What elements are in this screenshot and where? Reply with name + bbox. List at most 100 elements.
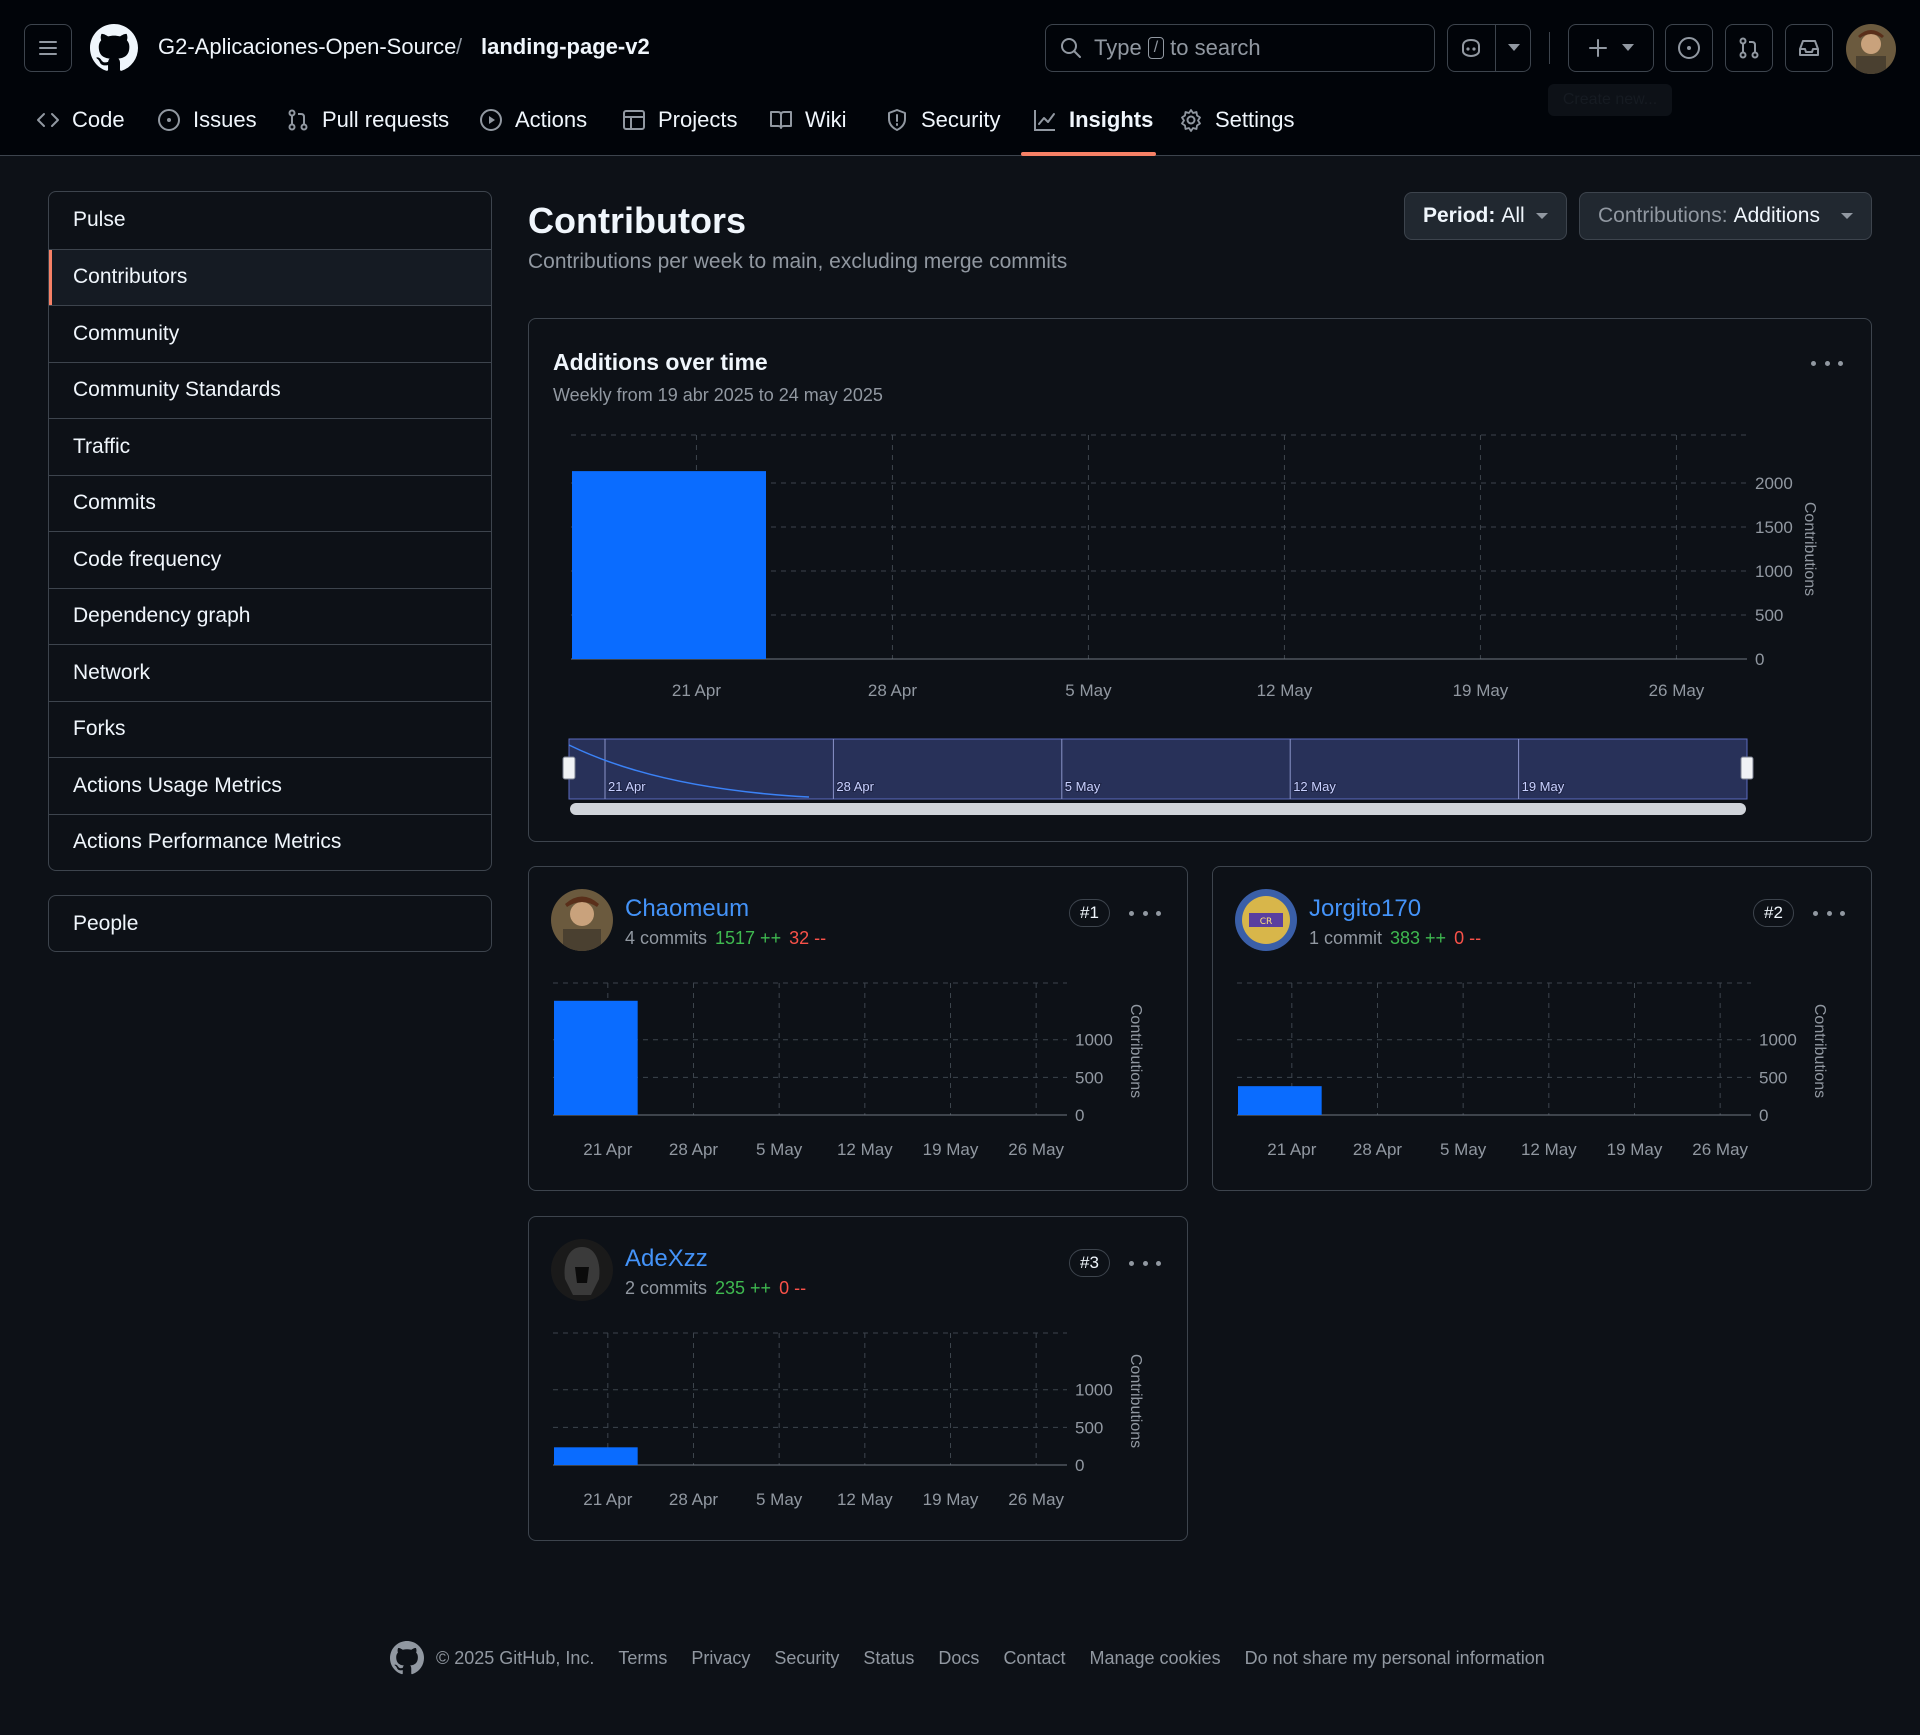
navigator-label: 12 May xyxy=(1293,779,1336,794)
github-logo-icon[interactable] xyxy=(390,1641,424,1675)
inbox-button[interactable] xyxy=(1785,24,1833,72)
footer-link-docs[interactable]: Docs xyxy=(938,1648,979,1669)
x-tick-label: 28 Apr xyxy=(1353,1140,1402,1159)
x-tick-label: 28 Apr xyxy=(669,1490,718,1509)
data-bar xyxy=(554,1447,638,1465)
footer-link-security[interactable]: Security xyxy=(774,1648,839,1669)
x-tick-label: 5 May xyxy=(756,1490,803,1509)
sidebar-item-community[interactable]: Community xyxy=(49,305,491,362)
breadcrumb-org[interactable]: G2-Aplicaciones-Open-Source xyxy=(158,34,456,60)
tab-actions[interactable]: Actions xyxy=(479,102,587,138)
x-tick-label: 19 May xyxy=(923,1490,979,1509)
pull-requests-button[interactable] xyxy=(1725,24,1773,72)
sidebar-item-actions-performance-metrics[interactable]: Actions Performance Metrics xyxy=(49,813,491,871)
sidebar-item-network[interactable]: Network xyxy=(49,644,491,701)
contributions-label: Contributions: xyxy=(1598,204,1728,227)
tab-label: Actions xyxy=(515,107,588,132)
sidebar-item-contributors[interactable]: Contributors xyxy=(49,248,491,305)
y-tick-label: 500 xyxy=(1075,1068,1103,1087)
github-logo-icon[interactable] xyxy=(90,24,138,72)
y-tick-label: 1500 xyxy=(1755,518,1793,537)
tab-label: Pull requests xyxy=(322,107,450,132)
copilot-button[interactable] xyxy=(1447,24,1531,72)
period-dropdown[interactable]: Period: All xyxy=(1404,192,1567,240)
sidebar-item-commits[interactable]: Commits xyxy=(49,474,491,532)
y-tick-label: 2000 xyxy=(1755,474,1793,493)
footer-link-contact[interactable]: Contact xyxy=(1003,1648,1065,1669)
x-tick-label: 19 May xyxy=(1607,1140,1663,1159)
header-divider xyxy=(1549,32,1550,64)
y-tick-label: 1000 xyxy=(1755,562,1793,581)
tab-wiki[interactable]: Wiki xyxy=(769,102,847,138)
inbox-icon xyxy=(1799,40,1819,56)
tab-label: Code xyxy=(72,107,125,132)
tab-issues[interactable]: Issues xyxy=(157,102,257,138)
y-tick-label: 0 xyxy=(1759,1106,1768,1125)
pull-request-icon xyxy=(1739,37,1759,59)
sidebar-item-people[interactable]: People xyxy=(48,895,492,952)
x-tick-label: 21 Apr xyxy=(583,1140,632,1159)
search-input[interactable]: Type / to search xyxy=(1045,24,1435,72)
tab-settings[interactable]: Settings xyxy=(1179,102,1295,138)
footer-link-privacy[interactable]: Privacy xyxy=(691,1648,750,1669)
x-tick-label: 28 Apr xyxy=(868,681,917,700)
contributions-dropdown[interactable]: Contributions: Additions xyxy=(1579,192,1872,240)
sidebar-item-dependency-graph[interactable]: Dependency graph xyxy=(49,587,491,645)
period-label: Period: xyxy=(1423,204,1496,227)
y-tick-label: 1000 xyxy=(1075,1381,1113,1400)
issues-button[interactable] xyxy=(1665,24,1713,72)
hamburger-icon xyxy=(39,41,57,55)
x-tick-label: 5 May xyxy=(1440,1140,1487,1159)
x-tick-label: 21 Apr xyxy=(672,681,721,700)
navigator-range xyxy=(568,738,1748,800)
page-footer: © 2025 GitHub, Inc. Terms Privacy Securi… xyxy=(390,1640,1545,1676)
additions-chart-card: Additions over time Weekly from 19 abr 2… xyxy=(528,318,1872,842)
tab-security[interactable]: Security xyxy=(885,102,1000,138)
footer-link-status[interactable]: Status xyxy=(863,1648,914,1669)
sidebar-item-code-frequency[interactable]: Code frequency xyxy=(49,531,491,588)
footer-link-manage-cookies[interactable]: Manage cookies xyxy=(1089,1648,1220,1669)
x-tick-label: 5 May xyxy=(756,1140,803,1159)
tab-code[interactable]: Code xyxy=(36,102,125,138)
tab-label: Projects xyxy=(658,107,738,132)
x-tick-label: 19 May xyxy=(1453,681,1509,700)
data-bar xyxy=(554,1000,638,1115)
sidebar-item-actions-usage-metrics[interactable]: Actions Usage Metrics xyxy=(49,757,491,814)
code-icon xyxy=(37,113,59,127)
navigator-handle xyxy=(1740,756,1754,780)
tab-insights[interactable]: Insights xyxy=(1033,102,1153,138)
search-suffix: to search xyxy=(1170,35,1261,60)
sidebar-item-pulse[interactable]: Pulse xyxy=(49,192,491,249)
x-tick-label: 28 Apr xyxy=(669,1140,718,1159)
app-header: G2-Aplicaciones-Open-Source / landing-pa… xyxy=(0,0,1920,156)
sidebar-item-traffic[interactable]: Traffic xyxy=(49,418,491,475)
footer-link-terms[interactable]: Terms xyxy=(618,1648,667,1669)
y-tick-label: 0 xyxy=(1075,1106,1084,1125)
plus-icon xyxy=(1589,39,1607,57)
tab-projects[interactable]: Projects xyxy=(622,102,737,138)
tab-label: Wiki xyxy=(805,107,847,132)
y-tick-label: 500 xyxy=(1759,1068,1787,1087)
pull-request-icon xyxy=(288,109,308,131)
navigator-label: 21 Apr xyxy=(608,779,646,794)
x-tick-label: 26 May xyxy=(1008,1490,1064,1509)
x-tick-label: 26 May xyxy=(1692,1140,1748,1159)
active-tab-indicator xyxy=(1021,152,1156,156)
sidebar-item-community-standards[interactable]: Community Standards xyxy=(49,361,491,419)
menu-button[interactable] xyxy=(24,24,72,72)
breadcrumb-repo[interactable]: landing-page-v2 xyxy=(481,34,650,60)
user-avatar[interactable] xyxy=(1846,24,1896,74)
period-value: All xyxy=(1501,204,1525,227)
y-tick-label: 1000 xyxy=(1759,1031,1797,1050)
navigator-label: 5 May xyxy=(1065,779,1101,794)
create-new-tooltip: Create new... xyxy=(1548,84,1672,116)
footer-copyright: © 2025 GitHub, Inc. xyxy=(436,1647,595,1668)
sidebar-item-forks[interactable]: Forks xyxy=(49,700,491,758)
create-new-button[interactable] xyxy=(1568,24,1654,72)
tab-pull-requests[interactable]: Pull requests xyxy=(286,102,449,138)
tab-label: Insights xyxy=(1069,107,1154,132)
navigator-handle xyxy=(562,756,576,780)
x-tick-label: 12 May xyxy=(837,1140,893,1159)
contributor-bar-chart: 0 500 1000 21 Apr 28 Apr 5 May 12 May 19 May 26 … xyxy=(553,1332,1144,1509)
footer-link-do-not-share[interactable]: Do not share my personal information xyxy=(1245,1648,1545,1669)
